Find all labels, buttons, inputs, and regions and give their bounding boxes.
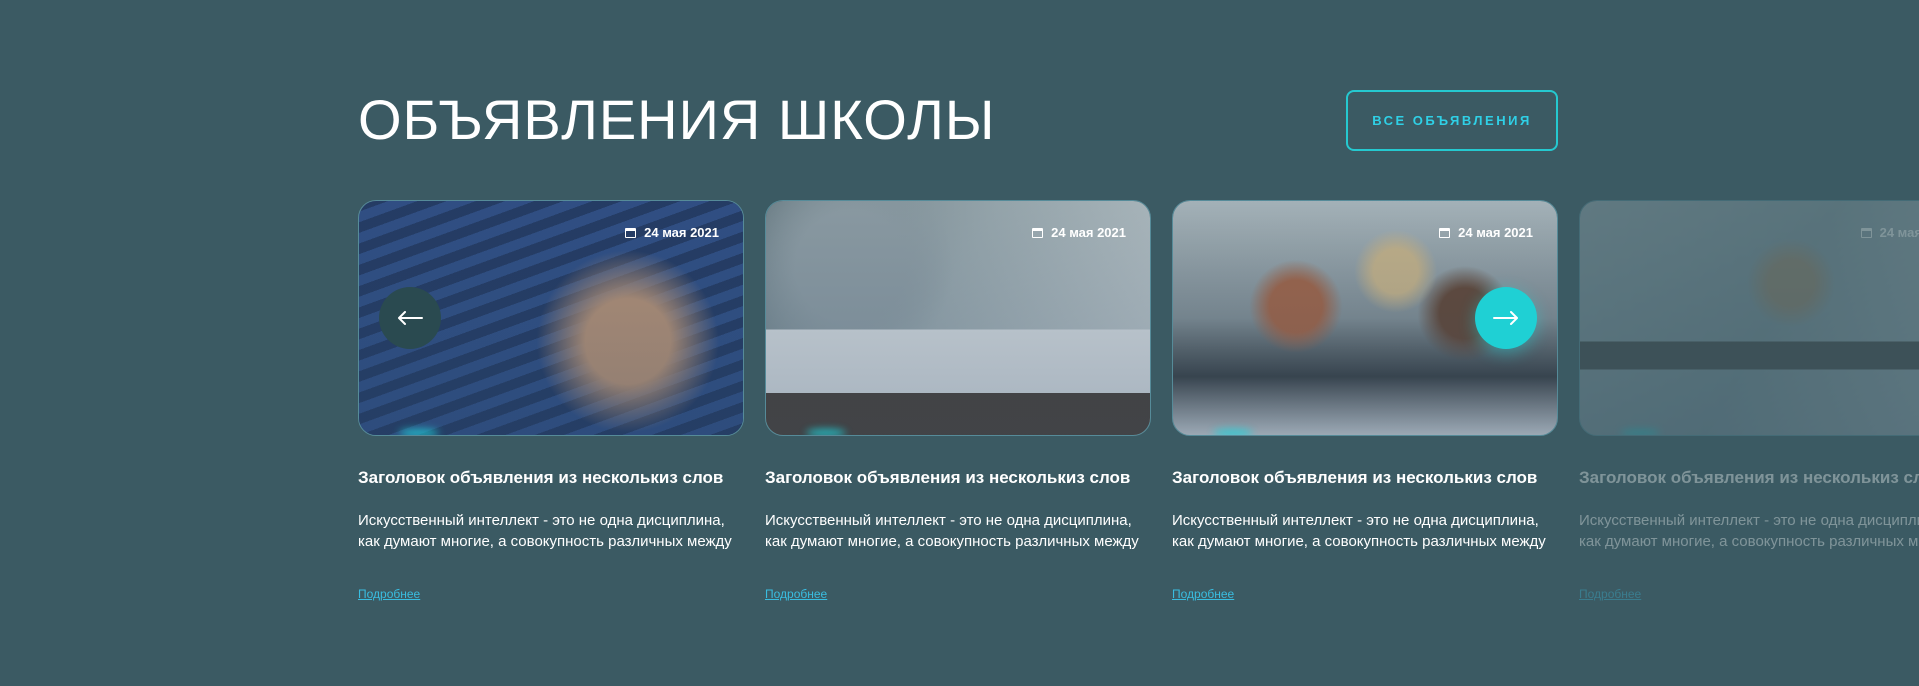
announcement-card[interactable]: 24 мая 20 Заголовок объявления из нескол… — [1579, 200, 1919, 603]
announcement-card[interactable]: 24 мая 2021 Заголовок объявления из неск… — [1172, 200, 1558, 603]
card-more-link[interactable]: Подробнее — [1172, 587, 1234, 601]
card-image[interactable]: 24 мая 20 — [1579, 200, 1919, 436]
date-badge: 24 мая 2021 — [625, 225, 719, 240]
calendar-icon — [1439, 227, 1451, 238]
card-date: 24 мая 2021 — [644, 225, 719, 240]
arrow-left-icon — [398, 311, 423, 325]
announcement-card[interactable]: 24 мая 2021 Заголовок объявления из неск… — [358, 200, 744, 603]
card-more-link[interactable]: Подробнее — [358, 587, 420, 601]
card-text: Искусственный интеллект - это не одна ди… — [1172, 512, 1546, 550]
image-glow — [1213, 429, 1253, 435]
card-title: Заголовок объявления из несколькиз сло — [1579, 468, 1919, 487]
image-glow — [399, 429, 439, 435]
card-title: Заголовок объявления из несколькиз слов — [765, 468, 1131, 487]
card-text: Искусственный интеллект - это не одна ди… — [358, 512, 732, 550]
card-date: 24 мая 2021 — [1458, 225, 1533, 240]
image-glow — [806, 429, 846, 435]
card-text: Искусственный интеллект - это не одна ди… — [765, 512, 1139, 550]
card-title: Заголовок объявления из несколькиз слов — [1172, 468, 1538, 487]
card-text: Искусственный интеллект - это не одна ди… — [1579, 512, 1919, 550]
card-title: Заголовок объявления из несколькиз слов — [358, 468, 724, 487]
date-badge: 24 мая 2021 — [1439, 225, 1533, 240]
arrow-right-icon — [1493, 311, 1518, 325]
calendar-icon — [625, 227, 637, 238]
image-glow — [1620, 429, 1660, 435]
announcement-card[interactable]: 24 мая 2021 Заголовок объявления из неск… — [765, 200, 1151, 603]
carousel-prev-button[interactable] — [379, 287, 441, 349]
card-date: 24 мая 20 — [1879, 225, 1919, 240]
carousel-next-button[interactable] — [1475, 287, 1537, 349]
announcements-carousel: 24 мая 2021 Заголовок объявления из неск… — [0, 0, 1919, 686]
date-badge: 24 мая 20 — [1860, 225, 1919, 240]
card-date: 24 мая 2021 — [1051, 225, 1126, 240]
card-more-link[interactable]: Подробнее — [1579, 587, 1641, 601]
calendar-icon — [1032, 227, 1044, 238]
card-more-link[interactable]: Подробнее — [765, 587, 827, 601]
card-image[interactable]: 24 мая 2021 — [765, 200, 1151, 436]
calendar-icon — [1860, 227, 1872, 238]
date-badge: 24 мая 2021 — [1032, 225, 1126, 240]
